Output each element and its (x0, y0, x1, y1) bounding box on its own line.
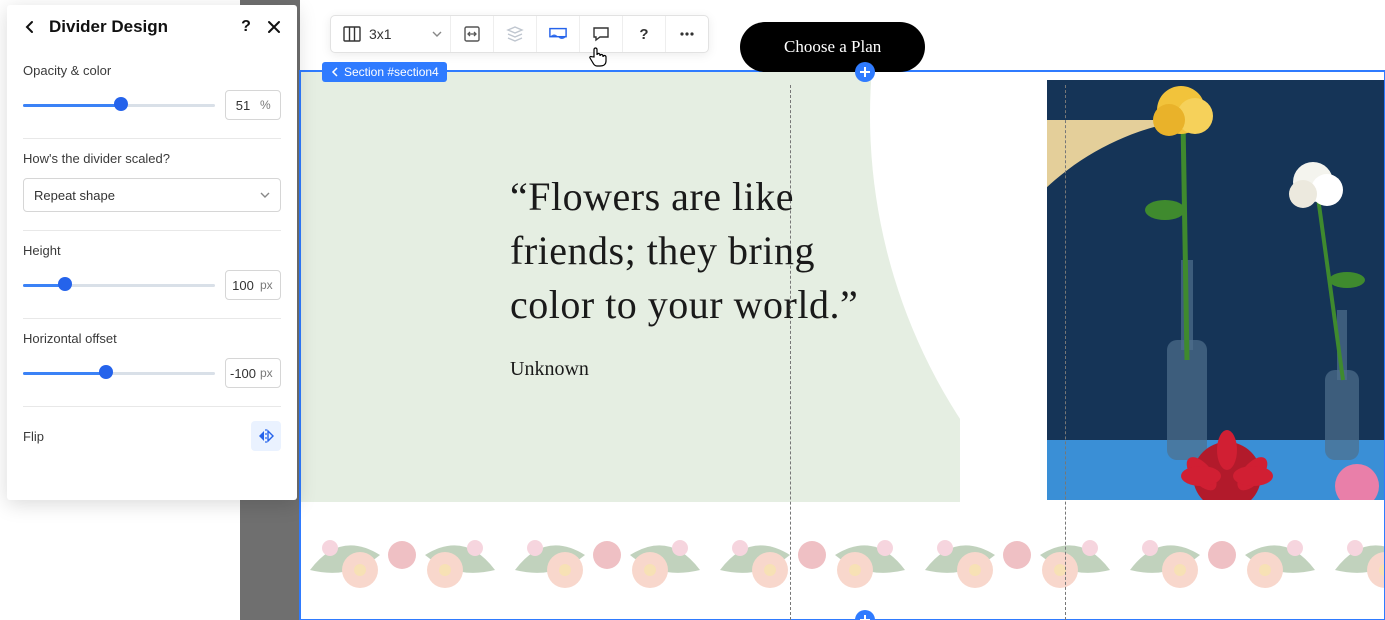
divider-tile (1120, 500, 1325, 620)
layers-button[interactable] (494, 16, 537, 52)
opacity-group: Opacity & color % (23, 51, 281, 139)
stretch-button[interactable] (451, 16, 494, 52)
height-unit: px (260, 278, 279, 292)
flip-icon (257, 427, 275, 445)
offset-slider[interactable] (23, 366, 215, 380)
divider-tile (915, 500, 1120, 620)
section-chip-label: Section #section4 (344, 65, 439, 79)
panel-title: Divider Design (49, 17, 227, 37)
columns-icon (343, 25, 361, 43)
divider-tile (300, 500, 505, 620)
opacity-label: Opacity & color (23, 63, 281, 78)
floating-toolbar: 3x1 ? (330, 15, 709, 53)
flip-horizontal-button[interactable] (251, 421, 281, 451)
panel-header: Divider Design ? (7, 5, 297, 47)
chevron-down-icon (432, 26, 442, 42)
quote-block: “Flowers are like friends; they bring co… (510, 170, 860, 381)
section-chip[interactable]: Section #section4 (322, 62, 447, 82)
help-icon: ? (635, 25, 653, 43)
flip-group: Flip (23, 407, 281, 457)
stretch-icon (463, 25, 481, 43)
divider-tile (1325, 500, 1385, 620)
column-guide (1065, 85, 1066, 620)
divider-tile (710, 500, 915, 620)
divider-design-panel: Divider Design ? Opacity & color % How' (7, 5, 297, 500)
scale-select[interactable]: Repeat shape (23, 178, 281, 212)
panel-body: Opacity & color % How's the divider scal… (7, 47, 297, 467)
offset-input[interactable] (226, 366, 260, 381)
close-button[interactable] (265, 18, 283, 36)
choose-plan-button[interactable]: Choose a Plan (740, 22, 925, 72)
scale-value: Repeat shape (34, 188, 115, 203)
height-label: Height (23, 243, 281, 258)
flip-label: Flip (23, 429, 44, 444)
height-input[interactable] (226, 278, 260, 293)
opacity-input-wrap: % (225, 90, 281, 120)
chevron-left-icon (330, 67, 340, 77)
divider-icon (549, 25, 567, 43)
cursor-pointer-icon (588, 46, 608, 73)
grid-label: 3x1 (369, 26, 392, 42)
opacity-input[interactable] (226, 98, 260, 113)
opacity-slider[interactable] (23, 98, 215, 112)
chevron-down-icon (260, 190, 270, 200)
offset-label: Horizontal offset (23, 331, 281, 346)
height-input-wrap: px (225, 270, 281, 300)
hero-image-flowers (1047, 80, 1385, 500)
divider-button[interactable] (537, 16, 580, 52)
scale-group: How's the divider scaled? Repeat shape (23, 139, 281, 231)
plus-icon (859, 66, 871, 78)
offset-input-wrap: px (225, 358, 281, 388)
height-group: Height px (23, 231, 281, 319)
divider-strip (300, 500, 1385, 620)
panel-help-button[interactable]: ? (237, 18, 255, 36)
scale-label: How's the divider scaled? (23, 151, 281, 166)
more-button[interactable] (666, 16, 708, 52)
plus-icon (859, 614, 871, 620)
layers-icon (506, 25, 524, 43)
back-button[interactable] (21, 18, 39, 36)
height-slider[interactable] (23, 278, 215, 292)
quote-author: Unknown (510, 358, 860, 381)
quote-text: “Flowers are like friends; they bring co… (510, 170, 860, 332)
opacity-unit: % (260, 98, 277, 112)
add-section-button[interactable] (855, 62, 875, 82)
offset-unit: px (260, 366, 279, 380)
grid-select[interactable]: 3x1 (331, 16, 451, 52)
comment-icon (592, 25, 610, 43)
choose-plan-label: Choose a Plan (784, 37, 881, 57)
help-button[interactable]: ? (623, 16, 666, 52)
more-icon (678, 25, 696, 43)
divider-tile (505, 500, 710, 620)
offset-group: Horizontal offset px (23, 319, 281, 407)
